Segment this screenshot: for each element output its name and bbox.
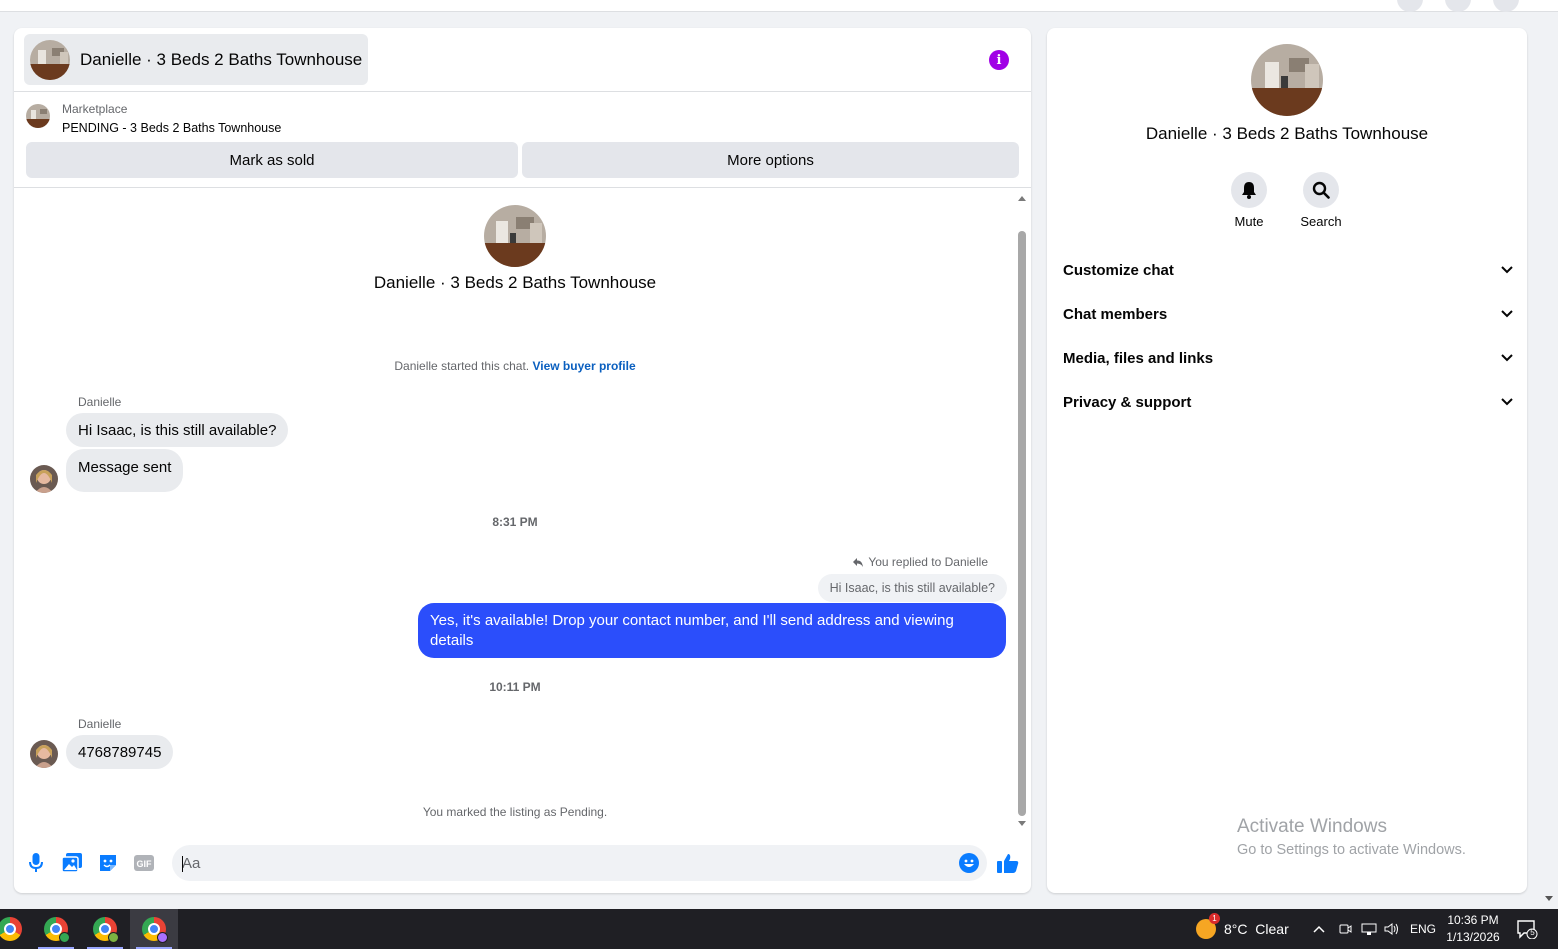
more-options-button[interactable]: More options: [522, 142, 1019, 178]
incoming-message[interactable]: 4768789745: [66, 735, 174, 769]
text-caret: [182, 856, 183, 872]
mute-label: Mute: [1234, 214, 1264, 229]
incoming-message[interactable]: Message sent: [66, 449, 184, 492]
section-privacy-support[interactable]: Privacy & support: [1063, 382, 1513, 422]
section-chat-members[interactable]: Chat members: [1063, 294, 1513, 334]
danielle-avatar[interactable]: [30, 740, 58, 768]
quoted-message[interactable]: Hi Isaac, is this still available?: [817, 574, 1007, 602]
chat-started-text: Danielle started this chat.: [394, 359, 530, 373]
intro-title: Danielle · 3 Beds 2 Baths Townhouse: [373, 273, 657, 292]
conversation-title-chip[interactable]: Danielle · 3 Beds 2 Baths Townhouse: [24, 34, 369, 85]
chevron-down-icon: [1501, 354, 1513, 362]
notification-center-icon[interactable]: 5: [1516, 919, 1538, 940]
conversation-info-panel: Danielle · 3 Beds 2 Baths Townhouse Mute…: [1047, 28, 1527, 893]
clock-time: 10:36 PM: [1447, 913, 1499, 927]
volume-icon[interactable]: [1384, 909, 1400, 949]
system-clock[interactable]: 10:36 PM 1/13/2026: [1440, 912, 1506, 946]
meet-now-icon[interactable]: [1338, 909, 1352, 949]
chrome-profile-3-icon[interactable]: [130, 909, 178, 949]
listing-bar: Marketplace PENDING - 3 Beds 2 Baths Tow…: [14, 93, 1031, 188]
search-label: Search: [1300, 214, 1342, 229]
watermark-line2: Go to Settings to activate Windows.: [1237, 842, 1466, 858]
listing-avatar-large[interactable]: [1251, 44, 1323, 116]
replied-note: You replied to Danielle: [852, 555, 988, 569]
section-label: Privacy & support: [1063, 393, 1192, 411]
thumbs-up-icon[interactable]: [997, 852, 1019, 874]
toolbar-button-icon[interactable]: [1445, 0, 1471, 12]
danielle-avatar[interactable]: [30, 465, 58, 493]
search-icon: [1303, 172, 1339, 208]
tray-chevron-up-icon[interactable]: [1313, 909, 1325, 949]
outgoing-message[interactable]: Yes, it's available! Drop your contact n…: [418, 603, 1006, 658]
mark-as-sold-button[interactable]: Mark as sold: [26, 142, 518, 178]
activate-windows-watermark: Activate Windows Go to Settings to activ…: [1237, 816, 1466, 858]
search-button[interactable]: Search: [1291, 172, 1351, 229]
sender-name: Danielle: [78, 717, 122, 731]
photo-icon[interactable]: [61, 852, 83, 874]
scroll-thumb[interactable]: [1018, 231, 1026, 816]
chevron-down-icon: [1501, 398, 1513, 406]
scroll-down-icon[interactable]: [1018, 821, 1026, 826]
message-input[interactable]: [172, 845, 987, 881]
chrome-profile-2-icon[interactable]: [81, 909, 129, 949]
chat-started-note: Danielle started this chat. View buyer p…: [14, 359, 1016, 373]
browser-top-strip: [0, 0, 1558, 12]
section-label: Customize chat: [1063, 261, 1174, 279]
intro-avatar: [484, 205, 546, 267]
profile-avatar-icon[interactable]: [1493, 0, 1519, 12]
bell-icon: [1231, 172, 1267, 208]
chrome-app-icon[interactable]: [0, 909, 34, 949]
weather-widget[interactable]: 1 8°C Clear: [1196, 909, 1289, 949]
svg-text:GIF: GIF: [137, 859, 153, 869]
message-thread: Danielle · 3 Beds 2 Baths Townhouse Dani…: [14, 189, 1031, 832]
mute-button[interactable]: Mute: [1219, 172, 1279, 229]
conversation-title: Danielle · 3 Beds 2 Baths Townhouse: [80, 49, 363, 69]
timestamp: 10:11 PM: [489, 680, 541, 694]
clock-date: 1/13/2026: [1446, 930, 1500, 944]
weather-text: 8°C Clear: [1224, 921, 1289, 937]
sticker-icon[interactable]: [97, 852, 119, 874]
scroll-up-icon[interactable]: [1018, 196, 1026, 201]
chevron-down-icon: [1501, 266, 1513, 274]
chat-panel: Danielle · 3 Beds 2 Baths Townhouse i Ma…: [14, 28, 1031, 893]
language-indicator[interactable]: ENG: [1410, 909, 1436, 949]
section-label: Chat members: [1063, 305, 1168, 323]
listing-thumbnail[interactable]: [26, 104, 50, 128]
chrome-profile-1-icon[interactable]: [32, 909, 80, 949]
emoji-icon[interactable]: [958, 852, 980, 874]
view-buyer-profile-link[interactable]: View buyer profile: [532, 359, 635, 373]
section-customize-chat[interactable]: Customize chat: [1063, 250, 1513, 290]
toolbar-button-icon[interactable]: [1397, 0, 1423, 12]
reply-arrow-icon: [853, 558, 864, 567]
chevron-down-icon: [1501, 310, 1513, 318]
microphone-icon[interactable]: [25, 852, 47, 874]
pending-note: You marked the listing as Pending.: [422, 805, 608, 819]
incoming-message[interactable]: Hi Isaac, is this still available?: [66, 413, 289, 447]
replied-note-text: You replied to Danielle: [868, 555, 988, 569]
info-panel-title: Danielle · 3 Beds 2 Baths Townhouse: [1145, 124, 1429, 143]
gif-icon[interactable]: GIF: [133, 852, 155, 874]
listing-avatar: [30, 39, 70, 80]
timestamp: 8:31 PM: [492, 515, 538, 529]
chat-header: Danielle · 3 Beds 2 Baths Townhouse i: [14, 28, 1031, 92]
listing-source: Marketplace: [62, 102, 128, 116]
page-scroll-down-icon[interactable]: [1545, 896, 1553, 901]
windows-taskbar: 1 8°C Clear ENG 10:36 PM 1/13/2026 5: [0, 909, 1558, 949]
watermark-line1: Activate Windows: [1237, 816, 1387, 837]
section-media-files-links[interactable]: Media, files and links: [1063, 338, 1513, 378]
network-icon[interactable]: [1361, 909, 1377, 949]
sender-name: Danielle: [78, 395, 122, 409]
weather-moon-icon: 1: [1196, 913, 1220, 939]
listing-status[interactable]: PENDING - 3 Beds 2 Baths Townhouse: [62, 121, 281, 135]
thread-scrollbar[interactable]: [1017, 196, 1027, 826]
composer: GIF: [14, 840, 1031, 886]
notification-count: 5: [1530, 928, 1535, 937]
weather-badge: 1: [1209, 913, 1220, 924]
info-icon[interactable]: i: [989, 50, 1009, 70]
section-label: Media, files and links: [1063, 349, 1214, 367]
